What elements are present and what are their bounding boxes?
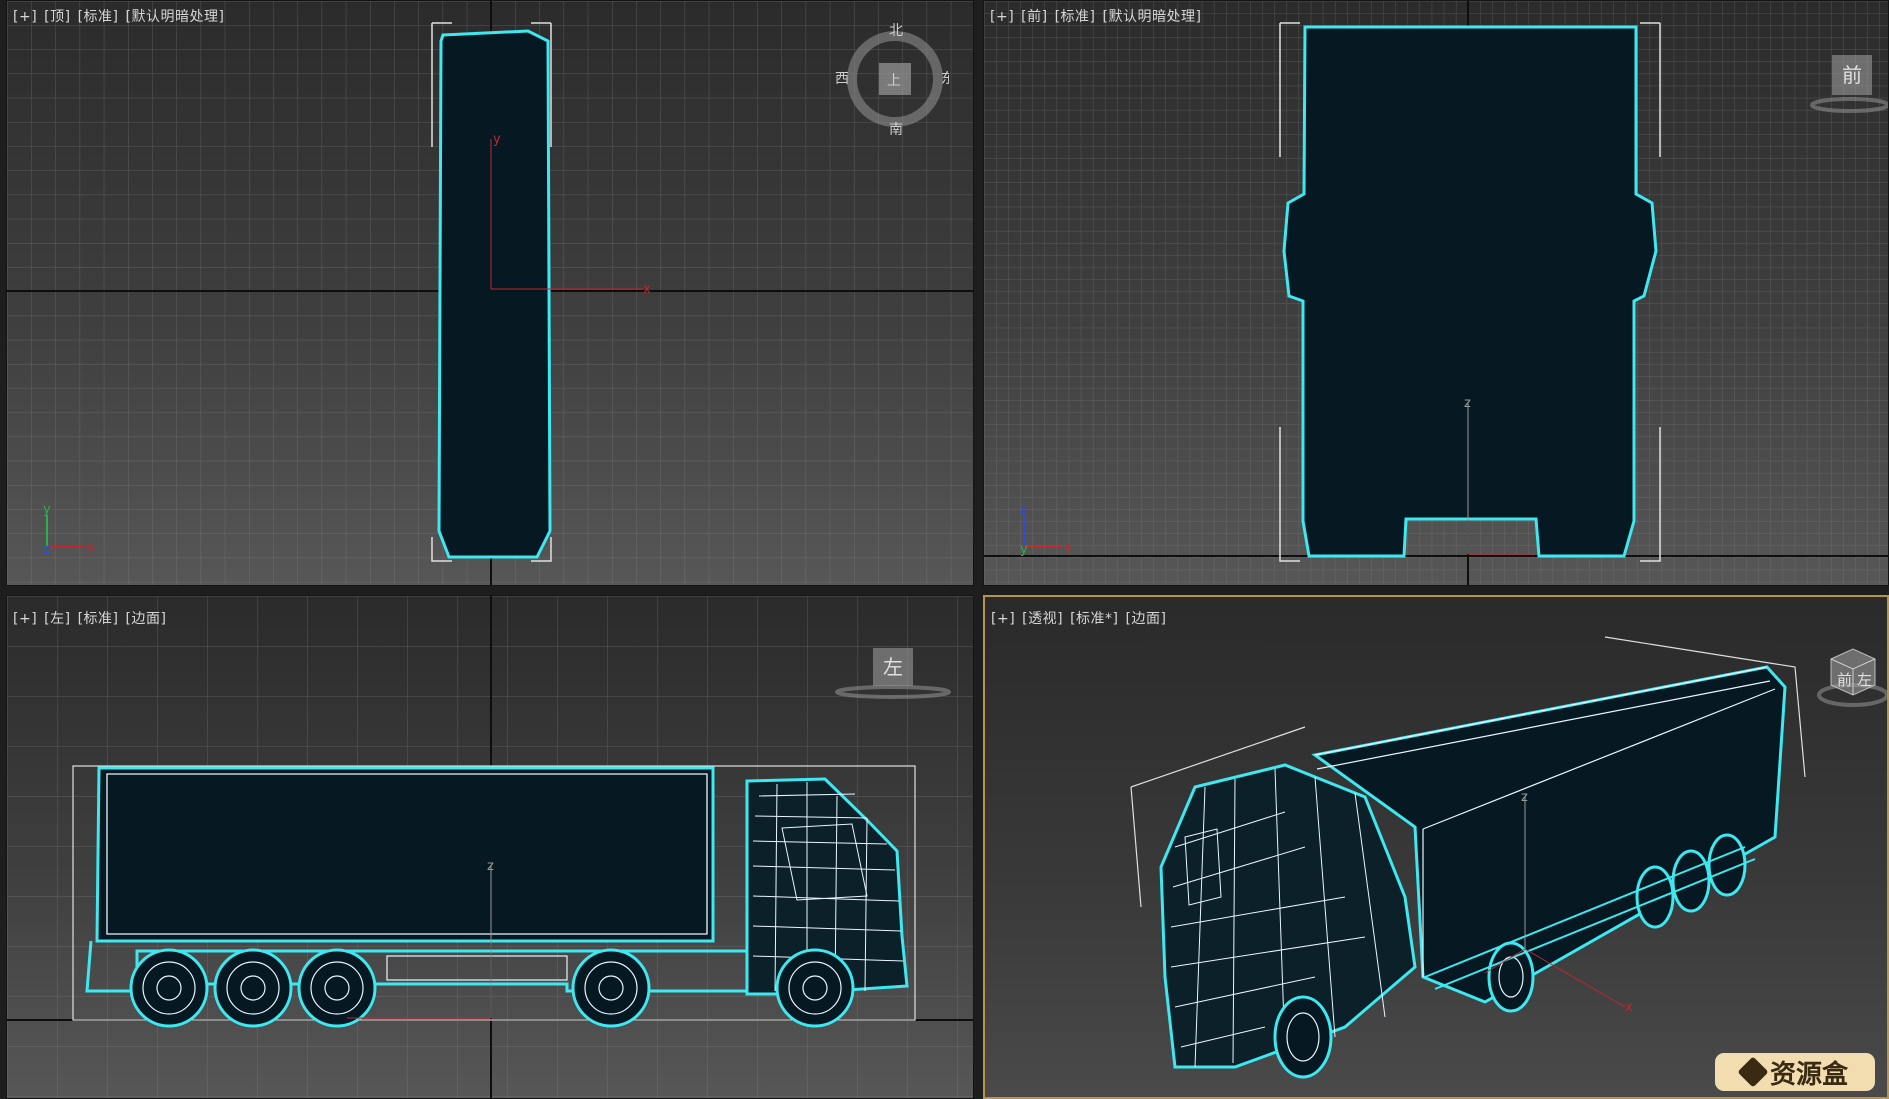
- viewcube-face-label: 左: [883, 655, 903, 679]
- viewport-left[interactable]: z 左 [+] [左] [标准] [边面]: [6, 595, 974, 1099]
- viewport-display-mode-menu[interactable]: [默认明暗处理]: [126, 9, 225, 25]
- compass-viewcube[interactable]: 北 南 东 西 上: [819, 21, 955, 141]
- viewport-shading-standard-menu[interactable]: [标准*]: [1070, 611, 1118, 627]
- svg-text:z: z: [1521, 790, 1528, 805]
- watermark-text: 资源盒: [1769, 1059, 1848, 1090]
- viewport-label-perspective: [+] [透视] [标准*] [边面]: [991, 608, 1173, 628]
- viewcube-face-label: 前: [1842, 63, 1862, 87]
- svg-text:y: y: [43, 502, 51, 517]
- viewport-display-mode-menu[interactable]: [边面]: [126, 611, 167, 627]
- viewport-shading-standard-menu[interactable]: [标准]: [1055, 9, 1096, 25]
- viewcube-face-left-label: 左: [1857, 671, 1872, 689]
- viewport-display-mode-menu[interactable]: [边面]: [1126, 611, 1167, 627]
- svg-text:x: x: [1064, 540, 1072, 555]
- svg-text:x: x: [87, 540, 95, 555]
- perspective-view-scene: z x: [1130, 636, 1806, 1079]
- viewport-menu-plus[interactable]: [+]: [990, 9, 1014, 25]
- svg-text:z: z: [1464, 396, 1471, 411]
- compass-south-label: 南: [889, 122, 903, 138]
- viewport-point-of-view-menu[interactable]: [顶]: [44, 9, 70, 25]
- truck-front-silhouette[interactable]: [1279, 22, 1661, 562]
- truck-perspective-wireframe[interactable]: [1130, 636, 1806, 1079]
- compass-west-label: 西: [835, 71, 849, 87]
- front-view-scene: z z x y: [984, 1, 1888, 585]
- svg-text:y: y: [493, 132, 501, 147]
- viewport-menu-plus[interactable]: [+]: [13, 9, 37, 25]
- viewport-shading-standard-menu[interactable]: [标准]: [78, 611, 119, 627]
- watermark-logo-icon: [1737, 1056, 1769, 1088]
- viewport-point-of-view-menu[interactable]: [前]: [1021, 9, 1047, 25]
- watermark-badge: 资源盒: [1715, 1053, 1875, 1091]
- svg-text:z: z: [487, 859, 494, 874]
- left-view-scene: z: [7, 596, 973, 1098]
- viewcube-left[interactable]: 左: [833, 646, 963, 702]
- viewport-front[interactable]: z z x y 前 [+] [前] [标准] [默认明暗处理]: [983, 0, 1889, 586]
- viewcube-face-label: 上: [887, 73, 901, 89]
- viewcube-front[interactable]: 前: [1810, 47, 1888, 117]
- viewport-shading-standard-menu[interactable]: [标准]: [78, 9, 119, 25]
- svg-text:y: y: [1020, 542, 1028, 557]
- viewport-point-of-view-menu[interactable]: [左]: [44, 611, 70, 627]
- viewport-menu-plus[interactable]: [+]: [991, 611, 1015, 627]
- viewport-point-of-view-menu[interactable]: [透视]: [1022, 611, 1063, 627]
- viewport-label-left: [+] [左] [标准] [边面]: [13, 608, 173, 628]
- viewport-label-top: [+] [顶] [标准] [默认明暗处理]: [13, 6, 231, 26]
- viewcube-face-front-label: 前: [1837, 671, 1852, 689]
- compass-east-label: 东: [941, 71, 949, 87]
- svg-text:z: z: [1020, 502, 1027, 517]
- viewport-perspective-active[interactable]: z x 前 左 [+] [透视] [标准*] [边面] 资源盒: [983, 595, 1889, 1099]
- viewport-menu-plus[interactable]: [+]: [13, 611, 37, 627]
- svg-text:x: x: [1625, 1000, 1633, 1015]
- truck-top-silhouette[interactable]: [431, 22, 552, 562]
- compass-north-label: 北: [889, 23, 903, 39]
- svg-text:z: z: [43, 542, 50, 557]
- viewport-label-front: [+] [前] [标准] [默认明暗处理]: [990, 6, 1208, 26]
- viewport-top[interactable]: y x y x z 北 南 东 西 上 [+] [顶] [标准] [默认明暗处理]: [6, 0, 974, 586]
- viewcube-perspective[interactable]: 前 左: [1811, 641, 1887, 711]
- svg-text:x: x: [643, 282, 651, 297]
- viewport-display-mode-menu[interactable]: [默认明暗处理]: [1103, 9, 1202, 25]
